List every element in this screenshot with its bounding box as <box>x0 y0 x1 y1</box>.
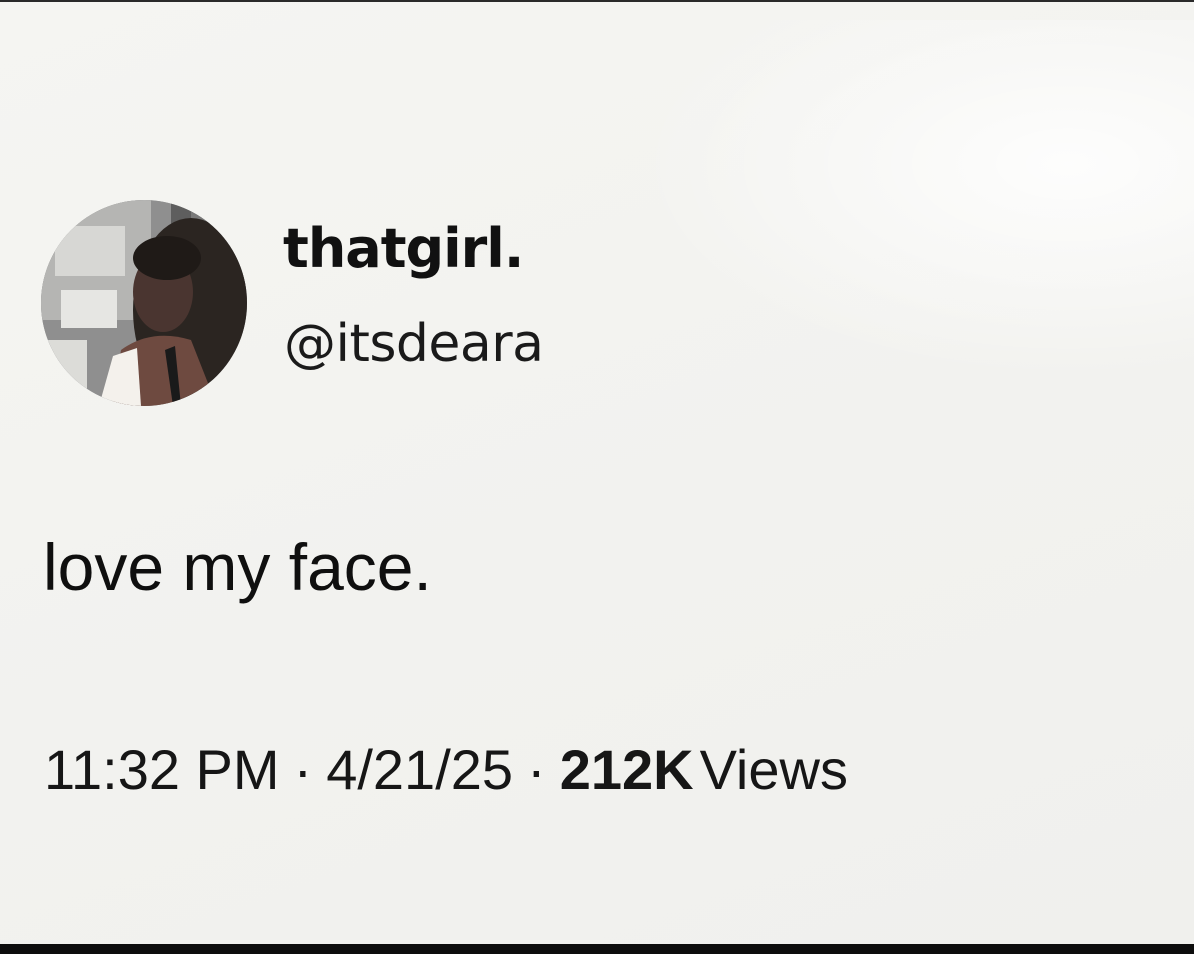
author-handle[interactable]: @itsdeara <box>284 318 544 370</box>
tweet-meta: 11:32 PM · 4/21/25 · 212K Views <box>44 742 848 798</box>
meta-separator: · <box>527 738 546 801</box>
author-avatar[interactable] <box>41 200 247 406</box>
tweet-text: love my face. <box>43 530 432 604</box>
profile-photo-icon <box>41 200 247 406</box>
tweet-screenshot: thatgirl. @itsdeara love my face. 11:32 … <box>0 0 1194 954</box>
views-count[interactable]: 212K <box>560 738 694 801</box>
tweet-time[interactable]: 11:32 PM <box>44 738 280 801</box>
views-label: Views <box>699 738 848 801</box>
background-glare <box>634 20 1194 380</box>
author-display-name[interactable]: thatgirl. <box>283 222 524 276</box>
tweet-date[interactable]: 4/21/25 <box>326 738 513 801</box>
bottom-black-bar <box>0 944 1194 954</box>
top-edge-line <box>0 0 1194 2</box>
meta-separator: · <box>293 738 313 801</box>
